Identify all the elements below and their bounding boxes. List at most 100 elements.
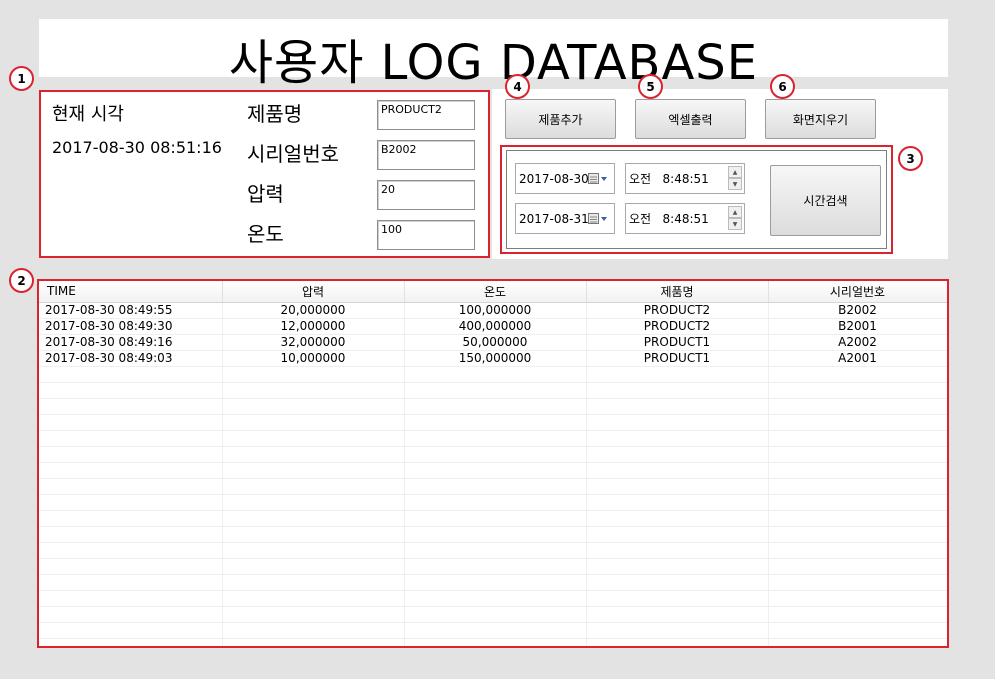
empty-cell: [222, 574, 405, 591]
spin-up-icon[interactable]: ▲: [728, 166, 742, 178]
empty-cell: [586, 366, 769, 383]
calendar-dropdown-icon[interactable]: [588, 173, 608, 185]
empty-cell: [586, 462, 769, 479]
empty-cell: [586, 446, 769, 463]
clear-screen-button[interactable]: 화면지우기: [765, 99, 876, 139]
empty-table-row: [39, 510, 947, 527]
time-search-button[interactable]: 시간검색: [770, 165, 881, 236]
empty-cell: [222, 494, 405, 511]
start-time-spinner[interactable]: ▲ ▼: [728, 166, 742, 191]
empty-cell: [768, 510, 947, 527]
end-date-picker[interactable]: 2017-08-31: [515, 203, 615, 234]
empty-cell: [586, 478, 769, 495]
cell-time: 2017-08-30 08:49:03: [39, 350, 223, 367]
column-header-time[interactable]: TIME: [39, 281, 223, 303]
empty-cell: [768, 478, 947, 495]
end-time-value: 오전 8:48:51: [629, 212, 709, 226]
empty-cell: [39, 622, 223, 639]
annotation-marker-2: 2: [9, 268, 34, 293]
calendar-dropdown-icon[interactable]: [588, 213, 608, 225]
log-data-grid[interactable]: TIME 압력 온도 제품명 시리얼번호 2017-08-30 08:49:55…: [37, 279, 949, 648]
empty-table-row: [39, 494, 947, 511]
start-date-picker[interactable]: 2017-08-30: [515, 163, 615, 194]
spin-down-icon[interactable]: ▼: [728, 218, 742, 230]
empty-cell: [404, 494, 587, 511]
empty-table-row: [39, 638, 947, 646]
cell-temperature: 400,000000: [404, 318, 587, 335]
empty-cell: [404, 638, 587, 646]
cell-product-name: PRODUCT2: [586, 318, 769, 335]
empty-cell: [586, 590, 769, 607]
empty-cell: [39, 590, 223, 607]
empty-table-row: [39, 542, 947, 559]
cell-product-name: PRODUCT1: [586, 334, 769, 351]
empty-cell: [768, 558, 947, 575]
empty-cell: [39, 430, 223, 447]
empty-cell: [222, 398, 405, 415]
empty-cell: [39, 558, 223, 575]
end-time-spinner[interactable]: ▲ ▼: [728, 206, 742, 231]
empty-table-row: [39, 574, 947, 591]
annotation-marker-3: 3: [898, 146, 923, 171]
empty-cell: [586, 574, 769, 591]
cell-time: 2017-08-30 08:49:16: [39, 334, 223, 351]
empty-table-row: [39, 558, 947, 575]
empty-cell: [39, 446, 223, 463]
empty-cell: [222, 462, 405, 479]
spin-down-icon[interactable]: ▼: [728, 178, 742, 190]
empty-cell: [222, 590, 405, 607]
column-header-pressure[interactable]: 압력: [222, 281, 405, 303]
clock-label: 현재 시각: [52, 104, 124, 125]
empty-cell: [404, 510, 587, 527]
spin-up-icon[interactable]: ▲: [728, 206, 742, 218]
table-row[interactable]: 2017-08-30 08:49:03 10,000000 150,000000…: [39, 350, 947, 367]
cell-time: 2017-08-30 08:49:30: [39, 318, 223, 335]
cell-serial-number: B2002: [768, 302, 947, 319]
temperature-input[interactable]: 100: [377, 220, 475, 250]
add-product-button[interactable]: 제품추가: [505, 99, 616, 139]
column-header-product-name[interactable]: 제품명: [586, 281, 769, 303]
empty-cell: [222, 414, 405, 431]
empty-cell: [768, 462, 947, 479]
empty-table-row: [39, 622, 947, 639]
empty-cell: [768, 366, 947, 383]
empty-cell: [39, 398, 223, 415]
empty-cell: [768, 446, 947, 463]
empty-cell: [222, 510, 405, 527]
pressure-input[interactable]: 20: [377, 180, 475, 210]
empty-cell: [768, 526, 947, 543]
table-header-row: TIME 압력 온도 제품명 시리얼번호: [39, 281, 947, 303]
export-excel-button[interactable]: 엑셀출력: [635, 99, 746, 139]
cell-product-name: PRODUCT2: [586, 302, 769, 319]
empty-table-row: [39, 526, 947, 543]
time-search-frame: 2017-08-30 2017-08-31 오전 8:48:51 ▲ ▼ 오전 …: [506, 150, 887, 249]
serial-number-input[interactable]: B2002: [377, 140, 475, 170]
empty-cell: [404, 398, 587, 415]
column-header-temperature[interactable]: 온도: [404, 281, 587, 303]
table-row[interactable]: 2017-08-30 08:49:30 12,000000 400,000000…: [39, 318, 947, 335]
table-row[interactable]: 2017-08-30 08:49:55 20,000000 100,000000…: [39, 302, 947, 319]
empty-cell: [39, 510, 223, 527]
info-panel: 현재 시각 2017-08-30 08:51:16 제품명 PRODUCT2 시…: [39, 90, 490, 258]
cell-temperature: 50,000000: [404, 334, 587, 351]
empty-cell: [586, 526, 769, 543]
empty-table-row: [39, 606, 947, 623]
empty-cell: [404, 590, 587, 607]
empty-cell: [39, 574, 223, 591]
cell-pressure: 12,000000: [222, 318, 405, 335]
empty-cell: [222, 558, 405, 575]
pressure-label: 압력: [247, 182, 284, 206]
empty-table-row: [39, 590, 947, 607]
empty-cell: [768, 622, 947, 639]
annotation-marker-4: 4: [505, 74, 530, 99]
cell-serial-number: A2002: [768, 334, 947, 351]
end-time-picker[interactable]: 오전 8:48:51 ▲ ▼: [625, 203, 745, 234]
table-row[interactable]: 2017-08-30 08:49:16 32,000000 50,000000 …: [39, 334, 947, 351]
column-header-serial-number[interactable]: 시리얼번호: [768, 281, 947, 303]
product-name-input[interactable]: PRODUCT2: [377, 100, 475, 130]
empty-cell: [39, 542, 223, 559]
cell-pressure: 20,000000: [222, 302, 405, 319]
log-table: TIME 압력 온도 제품명 시리얼번호 2017-08-30 08:49:55…: [39, 281, 947, 646]
empty-table-row: [39, 446, 947, 463]
start-time-picker[interactable]: 오전 8:48:51 ▲ ▼: [625, 163, 745, 194]
